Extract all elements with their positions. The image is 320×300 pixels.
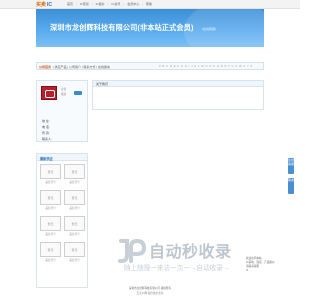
site-logo[interactable]: 买卖 IC [36, 1, 53, 9]
product-caption[interactable]: 品名型号 [64, 232, 85, 236]
top-nav-separator: | [142, 2, 143, 6]
product-item[interactable]: 暂无 品名型号 [40, 190, 61, 210]
profile-short-name: 龙创 [61, 88, 67, 91]
member-badge-icon [74, 91, 82, 95]
product-item[interactable]: 暂无 品名型号 [64, 190, 85, 210]
top-nav-stock[interactable]: IC现货 [79, 2, 90, 6]
product-item[interactable]: 暂无 品名型号 [40, 242, 61, 262]
product-caption[interactable]: 品名型号 [64, 206, 85, 210]
product-thumbnail[interactable]: 暂无 [64, 164, 85, 179]
top-nav: 首页 | IC现货 | IC报价 | IC资讯 | 会员中心 | 帮助 [66, 2, 153, 6]
product-thumbnail[interactable]: 暂无 [40, 190, 61, 205]
company-banner: 深圳市龙创辉科技有限公司(非本站正式会员) (在线客服) [36, 9, 264, 47]
product-caption[interactable]: 品名型号 [40, 206, 61, 210]
profile-level-label: 级别 [61, 93, 67, 96]
company-home-link[interactable]: 公司首页 [39, 65, 51, 69]
product-caption[interactable]: 品名型号 [40, 258, 61, 262]
company-title: 深圳市龙创辉科技有限公司(非本站正式会员) [50, 23, 194, 32]
company-nav-bar: 公司首页 | 供应产品 | 公司简介 | 联系方式 | 在线留言 A B C D… [36, 62, 264, 70]
logo-text-primary: 买卖 [36, 2, 47, 8]
watermark-subtitle: 随上随搜一来访一次一→自动收录→ [124, 265, 230, 272]
top-bar: 买卖 IC 首页 | IC现货 | IC报价 | IC资讯 | 会员中心 | 帮… [0, 0, 300, 9]
product-thumbnail[interactable]: 暂无 [64, 242, 85, 257]
company-logo-icon [41, 86, 57, 100]
product-item[interactable]: 暂无 品名型号 [40, 216, 61, 236]
watermark-title: 自动秒收录 [149, 244, 232, 261]
latest-products-header: 最新供应 [37, 154, 87, 161]
product-item[interactable]: 暂无 品名型号 [40, 164, 61, 184]
product-thumbnail[interactable]: 暂无 [64, 190, 85, 205]
profile-address-label: 地 址: [42, 119, 50, 123]
latest-products-panel: 最新供应 暂无 品名型号 暂无 品名型号 暂无 品名型号 暂无 品名型号 暂无 品名型号 … [36, 153, 88, 288]
product-thumbnail[interactable]: 暂无 [64, 216, 85, 231]
auto-index-watermark: 自动秒收录 随上随搜一来访一次一→自动收录→ [117, 237, 287, 277]
product-caption[interactable]: 品名型号 [40, 232, 61, 236]
about-us-panel: 关于我们 [92, 80, 264, 110]
online-service-float-button[interactable]: 在线客服 [288, 158, 294, 174]
product-caption[interactable]: 品名型号 [64, 180, 85, 184]
product-item[interactable]: 暂无 品名型号 [64, 242, 85, 262]
footer-copyright: 深圳市龙创辉科技有限公司 版权所有 [128, 287, 172, 290]
company-profile-card: 龙创 级别 地 址: 电 话: 传 真: 联系人: [36, 80, 88, 142]
product-grid: 暂无 品名型号 暂无 品名型号 暂无 品名型号 暂无 品名型号 暂无 品名型号 暂无 品名型… [40, 164, 85, 262]
top-nav-news[interactable]: IC资讯 [110, 2, 121, 6]
top-nav-help[interactable]: 帮助 [145, 2, 153, 6]
message-float-button[interactable]: 留言 [288, 178, 294, 194]
product-thumbnail[interactable]: 暂无 [40, 216, 61, 231]
profile-phone-label: 电 话: [42, 125, 50, 129]
top-nav-separator: | [123, 2, 125, 6]
product-thumbnail[interactable]: 暂无 [40, 242, 61, 257]
alphabet-index[interactable]: A B C D E F G H I J K L M N O P Q R S T … [159, 65, 253, 68]
about-us-header: 关于我们 [93, 81, 263, 87]
online-service-link[interactable]: (在线客服) [202, 27, 216, 31]
top-nav-member[interactable]: 会员中心 [126, 2, 140, 6]
product-caption[interactable]: 品名型号 [64, 258, 85, 262]
product-caption[interactable]: 品名型号 [40, 180, 61, 184]
product-thumbnail[interactable]: 暂无 [40, 164, 61, 179]
logo-text-secondary: IC [47, 1, 53, 8]
top-nav-separator: | [91, 2, 93, 6]
top-nav-home[interactable]: 首页 [66, 2, 74, 6]
watermark-logo-icon [118, 238, 147, 263]
product-item[interactable]: 暂无 品名型号 [64, 216, 85, 236]
profile-contact-label: 联系人: [42, 137, 52, 141]
top-nav-quotes[interactable]: IC报价 [95, 2, 106, 6]
top-nav-separator: | [107, 2, 109, 6]
profile-fax-label: 传 真: [42, 131, 50, 135]
footer-support: 买卖IC网 提供技术支持 [136, 292, 164, 295]
banner-decoration [184, 9, 264, 47]
top-nav-separator: | [76, 2, 77, 6]
product-item[interactable]: 暂无 品名型号 [64, 164, 85, 184]
company-nav-links[interactable]: | 供应产品 | 公司简介 | 联系方式 | 在线留言 [53, 65, 110, 69]
